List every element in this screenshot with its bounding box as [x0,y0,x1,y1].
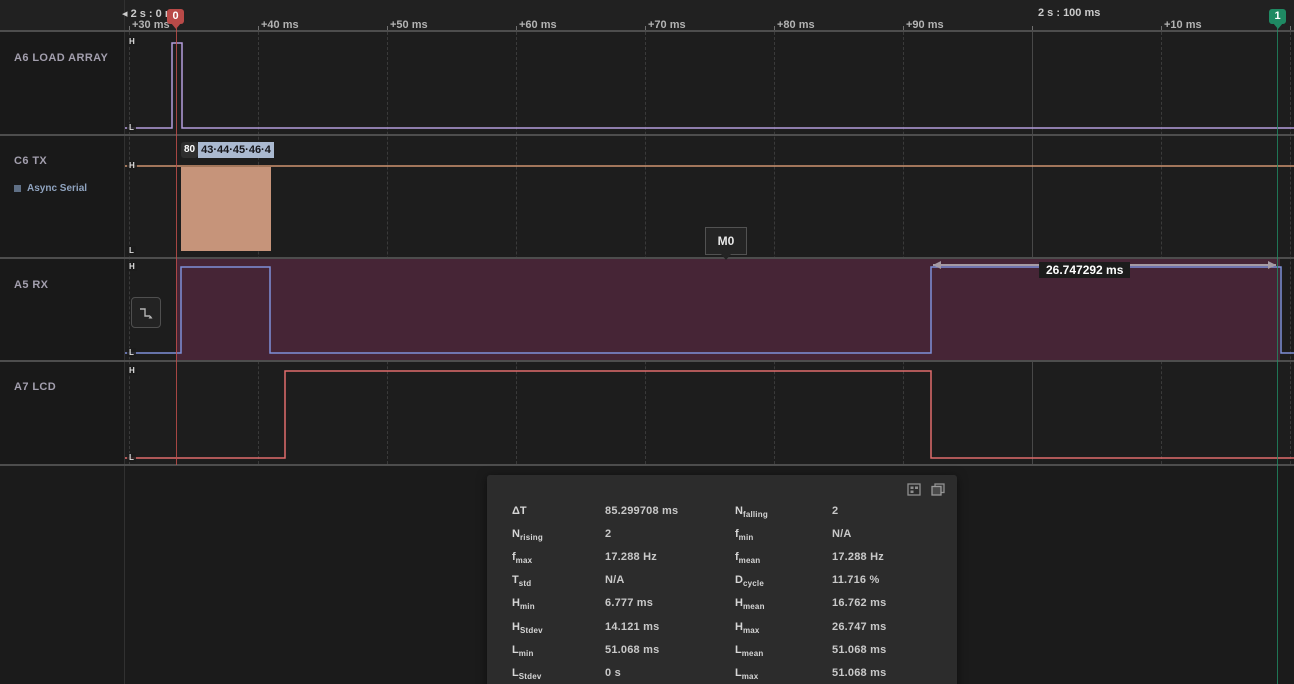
measurements-panel: ΔT85.299708 msNfalling2Nrising2fminN/Afm… [487,475,957,684]
measurement-row: LStdev0 sLmax51.068 ms [512,661,947,684]
measurement-value: N/A [605,574,735,586]
measurement-name: LStdev [512,667,605,679]
low-level-label: L [127,246,136,255]
high-level-label: H [127,37,137,46]
high-level-label: H [127,161,137,170]
measurement-row: fmax17.288 Hzfmean17.288 Hz [512,545,947,568]
low-level-label: L [127,453,136,462]
measurement-value: 85.299708 ms [605,505,735,517]
timeline-marker-0[interactable]: 0 [167,9,184,24]
measurement-name: Nfalling [735,505,832,517]
measurement-name: fmean [735,551,832,563]
measurement-value: 51.068 ms [832,667,947,679]
measurement-value: N/A [832,528,947,540]
measurement-row: TstdN/ADcycle11.716 % [512,569,947,592]
trace-a5-rx [125,267,1294,353]
measurement-arrowhead [1268,261,1276,269]
measurement-value: 17.288 Hz [832,551,947,563]
measurement-value: 11.716 % [832,574,947,586]
measurement-value: 17.288 Hz [605,551,735,563]
timing-marker-m0[interactable]: M0 [705,227,747,255]
measurement-name: Hmax [735,621,832,633]
timeline-marker-1[interactable]: 1 [1269,9,1286,24]
high-level-label: H [127,262,137,271]
trace-a6-load-array [125,43,1294,128]
copy-icon[interactable] [931,483,945,496]
measurement-name: ΔT [512,505,605,517]
serial-bytes-text: 43·44·45·46·4 [198,142,274,158]
measurement-row: HStdev14.121 msHmax26.747 ms [512,615,947,638]
low-level-label: L [127,123,136,132]
measurement-value: 0 s [605,667,735,679]
measurement-value: 16.762 ms [832,597,947,609]
trace-a7-lcd [125,371,1294,458]
measurement-name: Dcycle [735,574,832,586]
measurement-name: Hmin [512,597,605,609]
annotation-settings-icon[interactable] [907,483,921,496]
low-level-label: L [127,348,136,357]
logic-analyzer-window: +30 ms+40 ms+50 ms+60 ms+70 ms+80 ms+90 … [0,0,1294,684]
measurement-duration-label: 26.747292 ms [1039,262,1130,278]
high-level-label: H [127,366,137,375]
measurement-row: Hmin6.777 msHmean16.762 ms [512,592,947,615]
measurement-value: 51.068 ms [832,644,947,656]
measurement-name: Tstd [512,574,605,586]
measurement-name: Lmean [735,644,832,656]
measurement-name: Hmean [735,597,832,609]
measurement-row: Lmin51.068 msLmean51.068 ms [512,638,947,661]
marker-0-line [176,28,177,465]
marker-1-line [1277,28,1278,684]
serial-decode-annotation[interactable]: 80 43·44·45·46·4 [181,142,274,158]
measurement-value: 51.068 ms [605,644,735,656]
measurement-value: 2 [832,505,947,517]
measurement-row: ΔT85.299708 msNfalling2 [512,499,947,522]
measurement-name: HStdev [512,621,605,633]
measurement-name: fmax [512,551,605,563]
measurement-row: Nrising2fminN/A [512,522,947,545]
measurement-name: Nrising [512,528,605,540]
serial-byte-badge: 80 [181,142,198,158]
measurement-name: Lmax [735,667,832,679]
falling-edge-trigger-icon [137,305,155,321]
measurement-name: Lmin [512,644,605,656]
measurement-value: 26.747 ms [832,621,947,633]
measurement-value: 2 [605,528,735,540]
measurement-name: fmin [735,528,832,540]
measurement-value: 6.777 ms [605,597,735,609]
trigger-indicator-chip[interactable] [131,297,161,328]
measurement-value: 14.121 ms [605,621,735,633]
measurement-arrowhead [933,261,941,269]
